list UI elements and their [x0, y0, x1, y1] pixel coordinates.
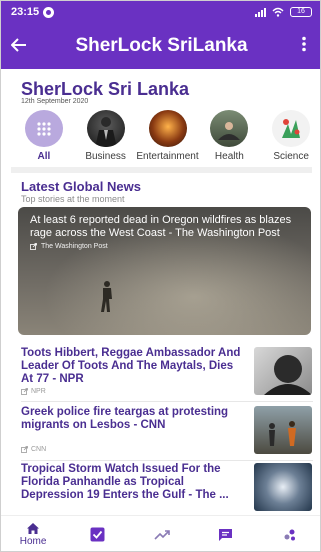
grid-icon	[24, 110, 63, 147]
article-thumbnail	[254, 406, 312, 454]
trending-up-icon	[153, 529, 170, 540]
article-source: CNN	[21, 446, 46, 453]
list-item[interactable]: Greek police fire teargas at protesting …	[21, 406, 313, 458]
featured-source: The Washington Post	[30, 243, 108, 250]
battery-icon: 16	[290, 7, 312, 17]
category-label: Entertainment	[136, 151, 199, 162]
scatter-dots-icon	[284, 529, 295, 540]
health-image	[210, 110, 249, 147]
article-thumbnail	[254, 463, 312, 511]
category-label: All	[37, 151, 51, 162]
external-link-icon	[21, 446, 28, 453]
category-strip: All Business Entertainment Health Scienc…	[13, 110, 320, 162]
list-item[interactable]: Toots Hibbert, Reggae Ambassador And Lea…	[21, 347, 313, 399]
article-source-name: CNN	[31, 446, 47, 453]
list-divider	[21, 401, 313, 402]
category-all[interactable]: All	[13, 110, 75, 162]
category-label: Business	[85, 151, 126, 162]
section-subtitle: Top stories at the moment	[21, 194, 125, 204]
notification-icon	[43, 6, 55, 18]
hero-figure	[101, 281, 112, 312]
article-title: Tropical Storm Watch Issued For the Flor…	[21, 463, 229, 501]
article-title: Toots Hibbert, Reggae Ambassador And Lea…	[21, 347, 241, 385]
tab-home[interactable]: Home	[1, 516, 65, 551]
status-time: 23:15	[11, 6, 40, 18]
status-bar: 23:15 16	[1, 1, 320, 23]
brand-title: SherLock Sri Lanka	[21, 79, 190, 99]
list-item[interactable]: Tropical Storm Watch Issued For the Flor…	[21, 463, 313, 511]
featured-source-name: The Washington Post	[41, 243, 108, 250]
entertainment-image	[148, 110, 187, 147]
status-right: 16	[255, 7, 312, 17]
category-science[interactable]: Science	[260, 110, 320, 162]
external-link-icon	[21, 388, 28, 395]
category-label: Health	[214, 151, 244, 162]
tab-messages[interactable]	[194, 516, 258, 551]
wifi-icon	[272, 7, 284, 17]
list-divider	[21, 460, 313, 461]
home-icon	[27, 523, 40, 534]
tab-checklist[interactable]	[65, 516, 129, 551]
tab-trending[interactable]	[129, 516, 193, 551]
brand-date: 12th September 2020	[21, 98, 89, 105]
section-title: Latest Global News	[21, 179, 141, 194]
category-business[interactable]: Business	[75, 110, 137, 162]
article-thumbnail	[254, 347, 312, 395]
check-box-icon	[90, 527, 105, 542]
arrow-left-icon[interactable]	[1, 35, 37, 58]
app-screen: 23:15 16 SherLock SriLanka SherLock Sri …	[0, 0, 321, 552]
article-source: NPR	[21, 388, 46, 395]
article-source-name: NPR	[31, 388, 46, 395]
more-vertical-icon[interactable]	[286, 36, 320, 57]
category-health[interactable]: Health	[199, 110, 261, 162]
science-image	[272, 110, 311, 147]
chat-icon	[219, 528, 233, 541]
tab-home-label: Home	[19, 536, 47, 547]
business-image	[86, 110, 125, 147]
app-bar: SherLock SriLanka	[1, 23, 320, 69]
featured-title: At least 6 reported dead in Oregon wildf…	[30, 214, 292, 239]
category-label: Science	[273, 151, 309, 162]
article-title: Greek police fire teargas at protesting …	[21, 406, 229, 431]
category-entertainment[interactable]: Entertainment	[136, 110, 199, 162]
external-link-icon	[30, 243, 37, 250]
signal-icon	[255, 7, 266, 17]
section-divider	[11, 167, 312, 173]
featured-article-card[interactable]: At least 6 reported dead in Oregon wildf…	[18, 207, 311, 335]
tab-more[interactable]	[258, 516, 320, 551]
bottom-navigation: Home	[1, 515, 320, 551]
app-title: SherLock SriLanka	[75, 35, 248, 56]
